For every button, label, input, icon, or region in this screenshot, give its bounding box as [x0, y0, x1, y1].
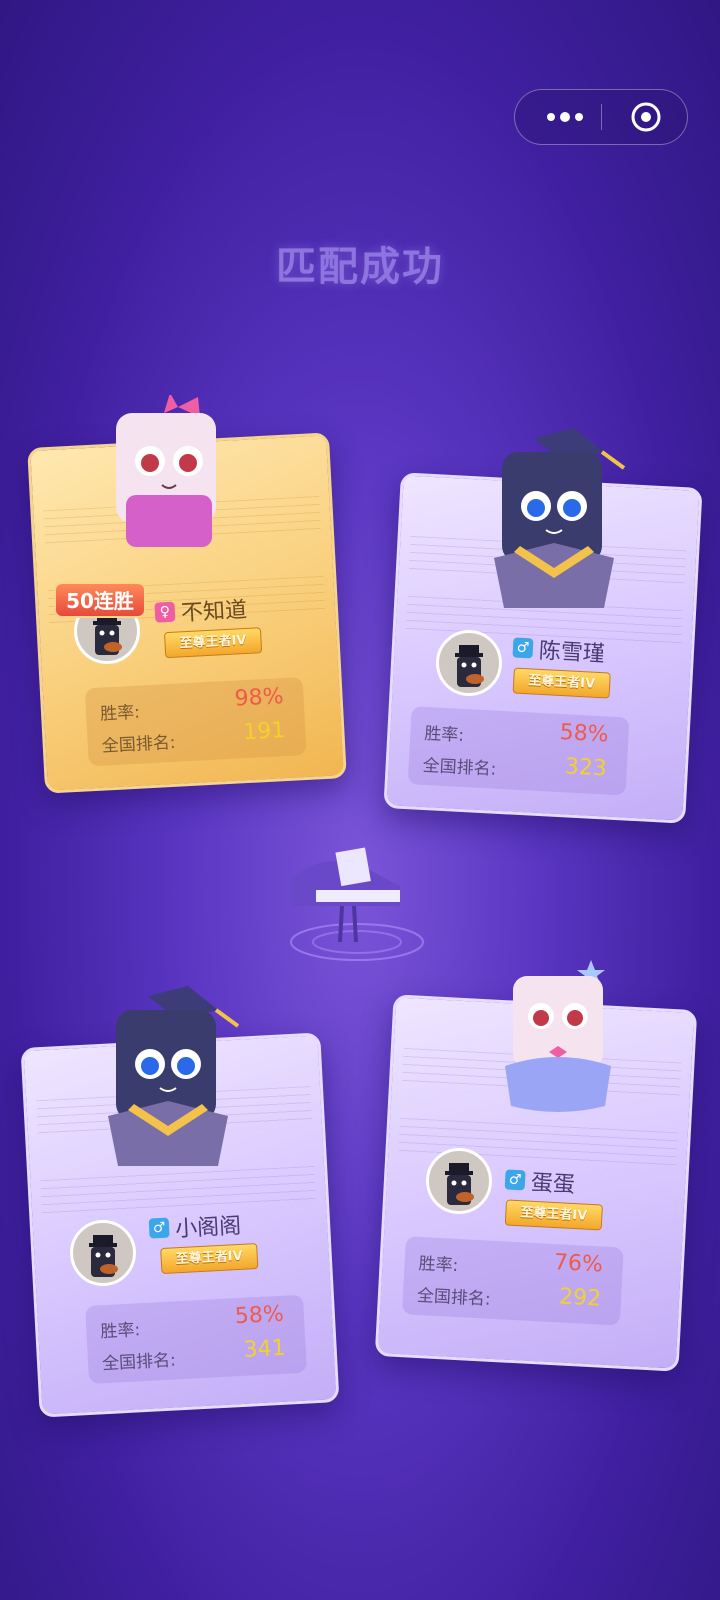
rank-badge: 至尊王者IV	[163, 627, 263, 659]
more-dots-icon[interactable]	[535, 90, 595, 143]
rank-label: 全国排名:	[101, 732, 177, 757]
mini-program-capsule	[514, 89, 688, 145]
winrate-value: 58%	[234, 1301, 285, 1330]
female-icon: ♀	[154, 601, 176, 623]
winrate-value: 58%	[559, 720, 610, 748]
player-name-row: ♂ 蛋蛋	[504, 1163, 576, 1199]
graduate-character	[494, 428, 626, 608]
capsule-divider	[601, 104, 602, 130]
target-icon[interactable]	[629, 100, 663, 134]
winrate-value: 98%	[234, 684, 285, 712]
rank-value: 341	[242, 1335, 287, 1363]
rank-label: 全国排名:	[422, 755, 497, 780]
rank-badge: 至尊王者IV	[512, 667, 611, 699]
rank-label: 全国排名:	[101, 1350, 177, 1375]
rank-value: 292	[558, 1284, 602, 1312]
player-name: 陈雪瑾	[538, 638, 606, 668]
stats-panel: 胜率: 76% 全国排名: 292	[401, 1236, 624, 1326]
avatar	[436, 630, 502, 696]
stats-panel: 胜率: 58% 全国排名: 323	[407, 706, 630, 796]
page-title: 匹配成功	[276, 244, 444, 290]
player-name-row: ♀ 不知道	[154, 592, 248, 629]
rank-value: 191	[242, 718, 286, 746]
violinist-avatar-icon	[89, 1235, 118, 1277]
avatar	[70, 1220, 136, 1286]
player-name-row: ♂ 陈雪瑾	[512, 631, 606, 668]
avatar	[426, 1148, 492, 1214]
violinist-avatar-icon	[455, 645, 484, 687]
player-name-row: ♂ 小阁阁	[148, 1208, 242, 1245]
winrate-value: 76%	[553, 1250, 604, 1278]
male-icon: ♂	[504, 1169, 526, 1191]
player-name: 蛋蛋	[530, 1170, 576, 1199]
winrate-label: 胜率:	[423, 723, 465, 746]
stats-panel: 胜率: 98% 全国排名: 191	[84, 677, 307, 767]
pink-eraser-character	[116, 395, 216, 547]
graduate-character	[108, 986, 240, 1166]
winrate-label: 胜率:	[99, 1320, 141, 1343]
rank-label: 全国排名:	[416, 1285, 492, 1310]
princess-eraser-character	[505, 960, 611, 1112]
rank-value: 323	[564, 754, 608, 782]
player-name: 不知道	[180, 597, 248, 627]
rank-badge: 至尊王者IV	[504, 1199, 603, 1231]
male-icon: ♂	[512, 637, 534, 659]
player-name: 小阁阁	[174, 1213, 242, 1243]
stats-panel: 胜率: 58% 全国排名: 341	[85, 1294, 307, 1384]
winrate-label: 胜率:	[99, 702, 141, 725]
rank-badge: 至尊王者IV	[160, 1242, 259, 1275]
male-icon: ♂	[148, 1217, 170, 1239]
winrate-label: 胜率:	[418, 1253, 459, 1277]
piano-icon	[290, 847, 424, 961]
win-streak-badge: 50连胜	[54, 582, 146, 618]
violinist-avatar-icon	[445, 1163, 474, 1205]
